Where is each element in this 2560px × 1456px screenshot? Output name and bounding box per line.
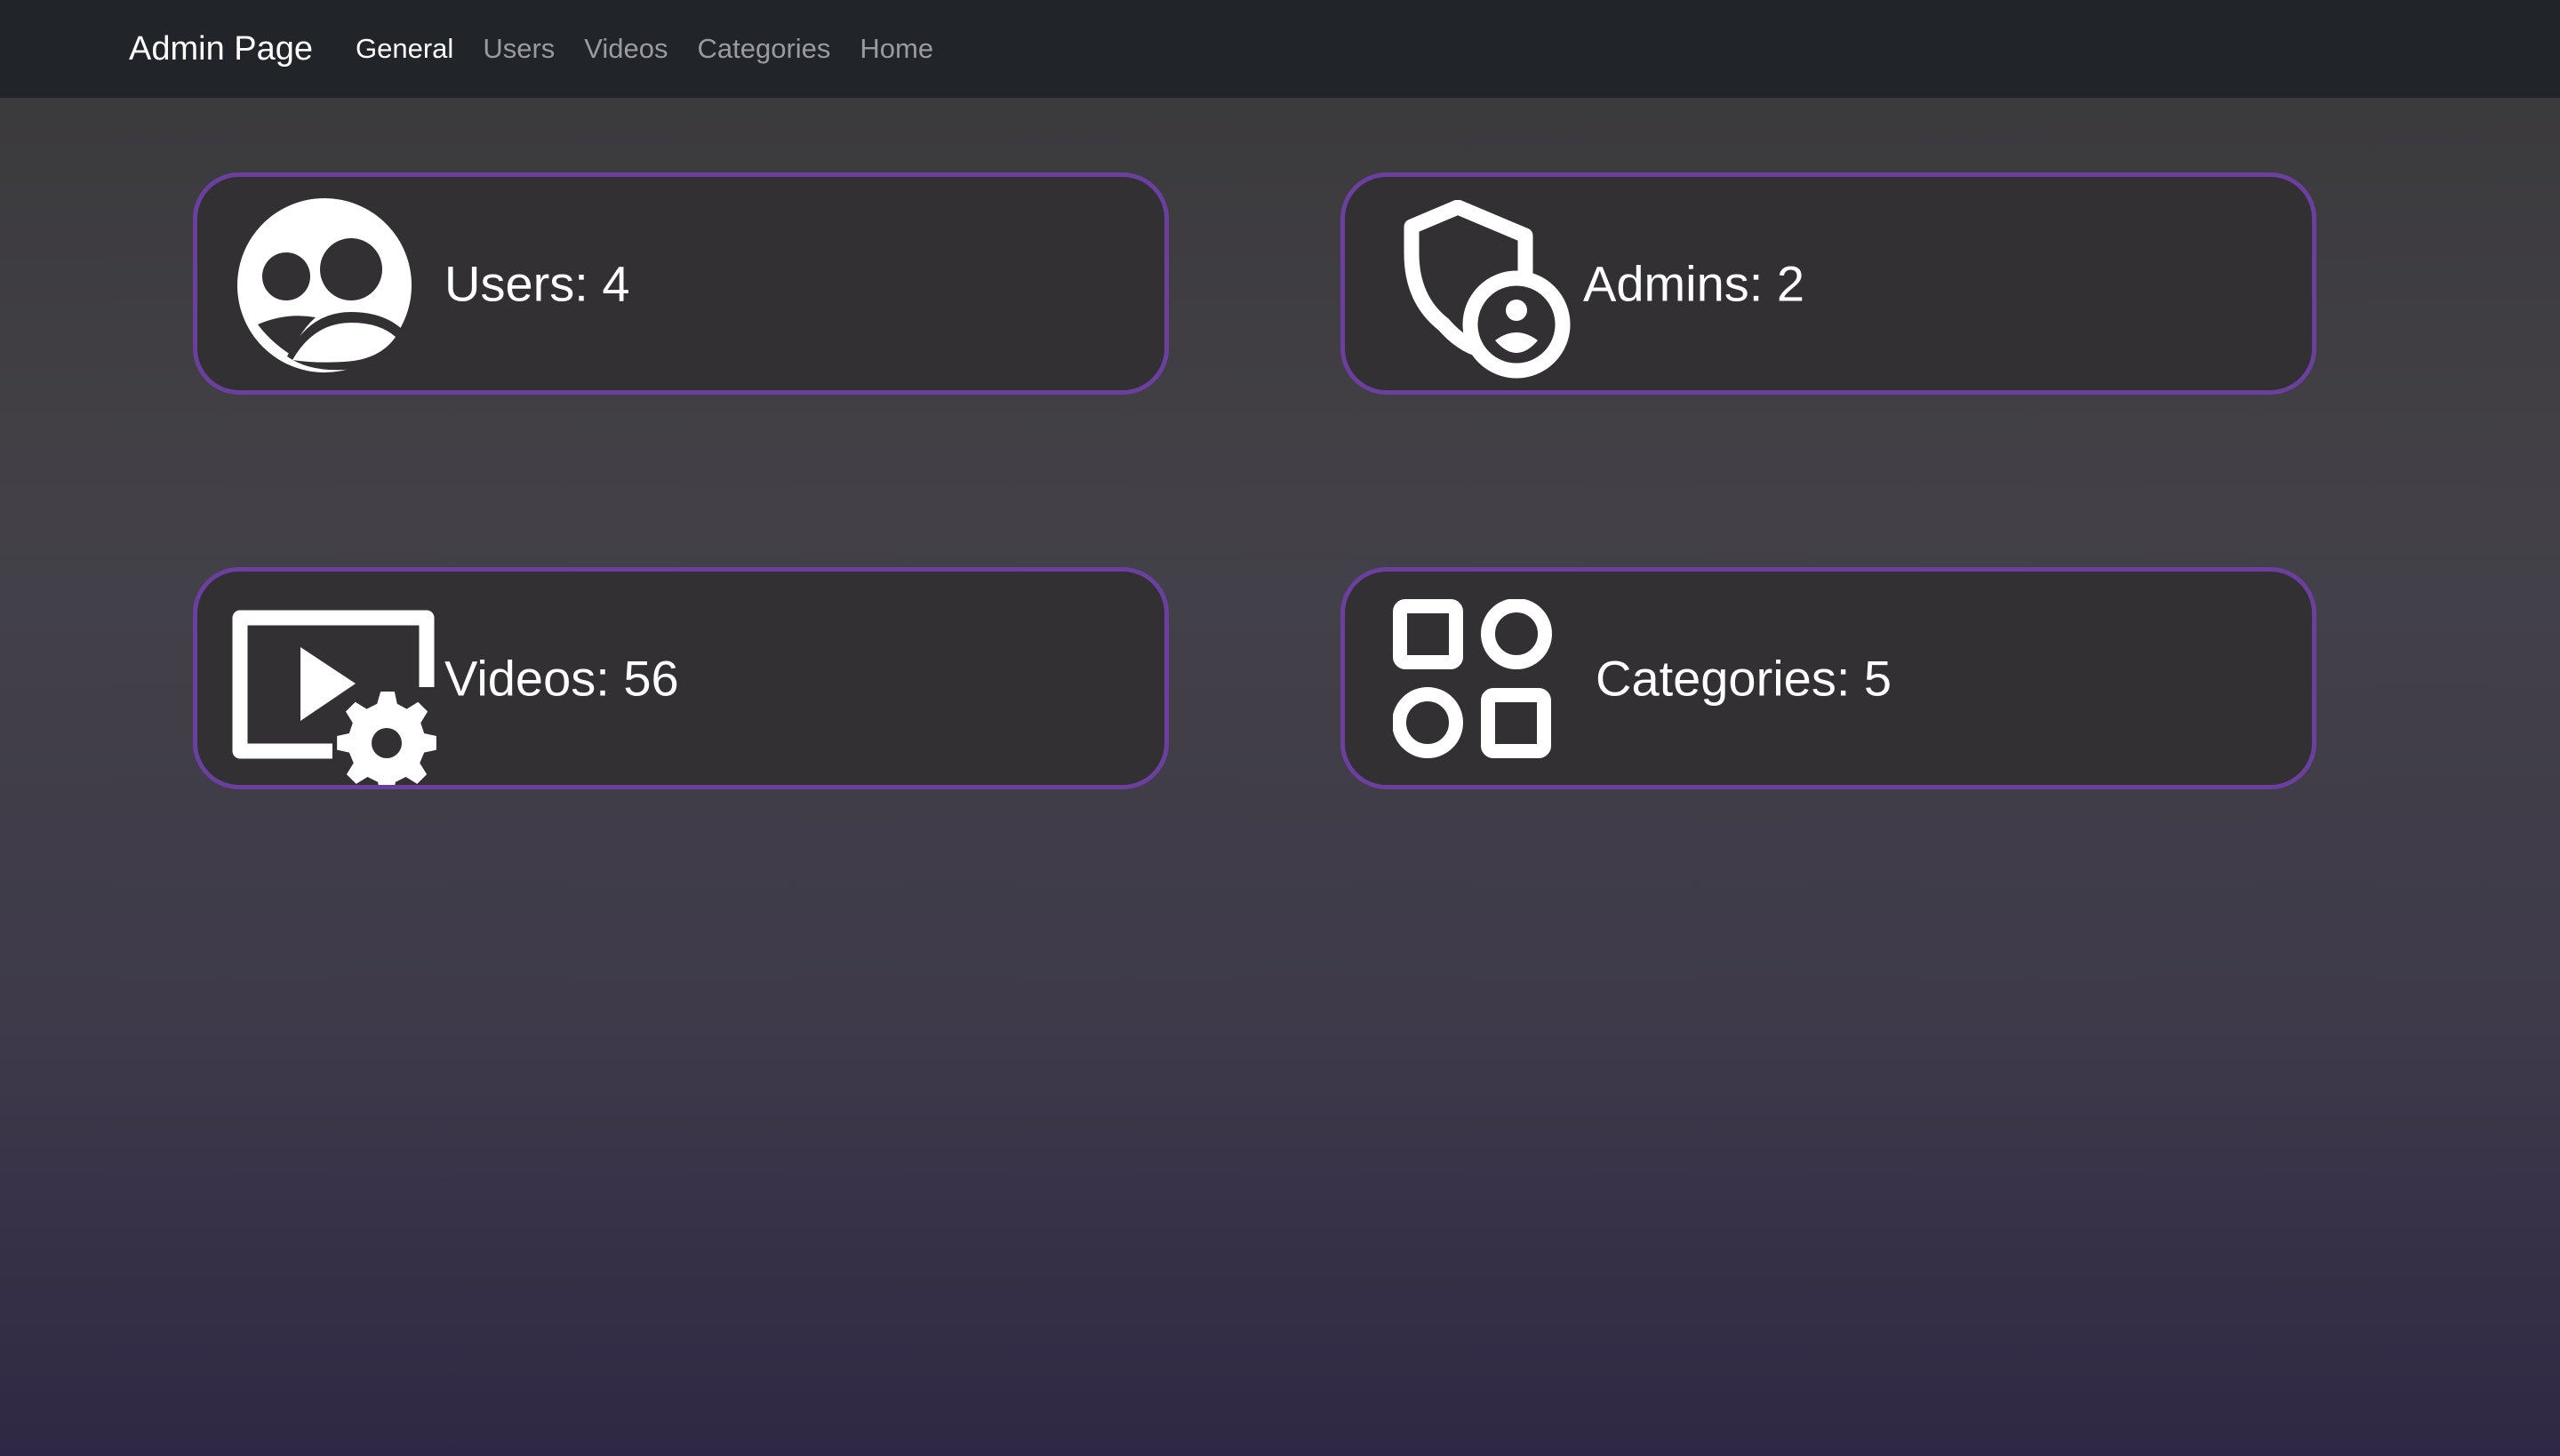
nav-link-videos[interactable]: Videos — [584, 33, 668, 65]
videos-stat-card: Videos: 56 — [193, 567, 1169, 789]
users-stat-card: Users: 4 — [193, 172, 1169, 395]
admins-count-label: Admins: 2 — [1583, 255, 1804, 312]
users-count-label: Users: 4 — [444, 255, 630, 312]
apps-shapes-icon — [1393, 599, 1552, 758]
nav-link-categories[interactable]: Categories — [698, 33, 831, 65]
shield-person-icon — [1404, 200, 1571, 379]
nav-link-home[interactable]: Home — [860, 33, 933, 65]
navbar-brand[interactable]: Admin Page — [129, 30, 313, 68]
categories-count-label: Categories: 5 — [1596, 650, 1892, 707]
admins-stat-card: Admins: 2 — [1340, 172, 2316, 395]
people-circle-icon — [237, 198, 412, 372]
nav-link-users[interactable]: Users — [483, 33, 555, 65]
video-settings-icon — [232, 610, 436, 785]
categories-stat-card: Categories: 5 — [1340, 567, 2316, 789]
top-navbar: Admin Page General Users Videos Categori… — [0, 0, 2560, 98]
videos-count-label: Videos: 56 — [444, 650, 679, 707]
nav-link-general[interactable]: General — [356, 33, 453, 65]
